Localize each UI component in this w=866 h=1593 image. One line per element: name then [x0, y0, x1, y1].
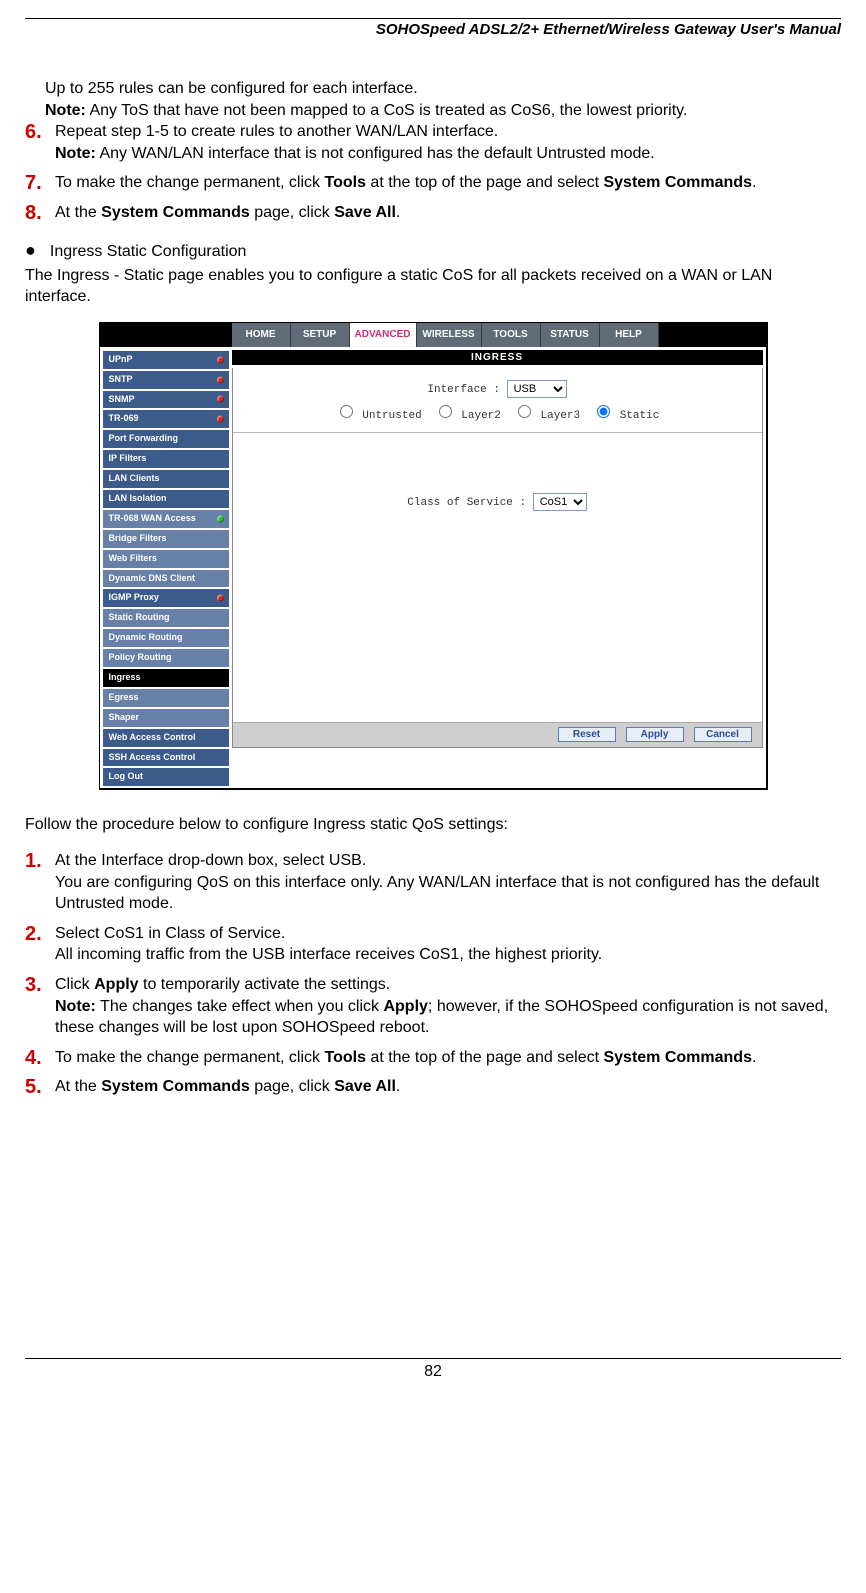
- sidebar-item[interactable]: Port Forwarding: [103, 430, 229, 448]
- section-desc: The Ingress - Static page enables you to…: [25, 265, 841, 308]
- step-item: 2.Select CoS1 in Class of Service.All in…: [25, 923, 841, 966]
- step-item: 8.At the System Commands page, click Sav…: [25, 202, 841, 224]
- intro-block: Up to 255 rules can be configured for ea…: [45, 78, 841, 121]
- step-number: 5.: [25, 1074, 42, 1101]
- sidebar-item[interactable]: LAN Clients: [103, 470, 229, 488]
- sidebar-item[interactable]: LAN Isolation: [103, 490, 229, 508]
- sidebar-item[interactable]: TR-068 WAN Access: [103, 510, 229, 528]
- radio-layer2[interactable]: [439, 405, 452, 418]
- status-dot-icon: [217, 376, 224, 383]
- status-dot-icon: [217, 396, 224, 403]
- step-number: 2.: [25, 921, 42, 948]
- cancel-button[interactable]: Cancel: [694, 727, 752, 742]
- status-dot-icon: [217, 595, 224, 602]
- sidebar-item[interactable]: Static Routing: [103, 609, 229, 627]
- step-item: 5.At the System Commands page, click Sav…: [25, 1076, 841, 1098]
- top-nav: HOMESETUPADVANCEDWIRELESSTOOLSSTATUSHELP: [100, 323, 766, 347]
- sidebar-item[interactable]: SSH Access Control: [103, 749, 229, 767]
- tab-advanced[interactable]: ADVANCED: [350, 323, 417, 347]
- sidebar-item[interactable]: Bridge Filters: [103, 530, 229, 548]
- sidebar-item[interactable]: TR-069: [103, 410, 229, 428]
- follow-text: Follow the procedure below to configure …: [25, 814, 841, 836]
- mode-radio-row: Untrusted Layer2 Layer3 Static: [233, 402, 762, 422]
- tab-home[interactable]: HOME: [232, 323, 291, 347]
- sidebar-item[interactable]: Web Filters: [103, 550, 229, 568]
- sidebar-item[interactable]: Dynamic DNS Client: [103, 570, 229, 588]
- radio-static[interactable]: [597, 405, 610, 418]
- page-number: 82: [25, 1358, 841, 1381]
- intro-line: Up to 255 rules can be configured for ea…: [45, 78, 841, 100]
- radio-layer3[interactable]: [518, 405, 531, 418]
- step-number: 4.: [25, 1045, 42, 1072]
- router-screenshot: HOMESETUPADVANCEDWIRELESSTOOLSSTATUSHELP…: [99, 322, 768, 791]
- section-heading: ●Ingress Static Configuration: [25, 240, 841, 261]
- cos-row: Class of Service : CoS1: [233, 493, 762, 511]
- radio-untrusted[interactable]: [340, 405, 353, 418]
- step-item: 4.To make the change permanent, click To…: [25, 1047, 841, 1069]
- bullet-icon: ●: [25, 240, 36, 260]
- step-item: 6.Repeat step 1-5 to create rules to ano…: [25, 121, 841, 164]
- apply-button[interactable]: Apply: [626, 727, 684, 742]
- sidebar-item[interactable]: IP Filters: [103, 450, 229, 468]
- tab-tools[interactable]: TOOLS: [482, 323, 541, 347]
- status-dot-icon: [217, 416, 224, 423]
- sidebar-item[interactable]: Policy Routing: [103, 649, 229, 667]
- doc-header: SOHOSpeed ADSL2/2+ Ethernet/Wireless Gat…: [25, 21, 841, 38]
- step-item: 3.Click Apply to temporarily activate th…: [25, 974, 841, 1039]
- sidebar-item[interactable]: UPnP: [103, 351, 229, 369]
- step-item: 7.To make the change permanent, click To…: [25, 172, 841, 194]
- step-number: 8.: [25, 200, 42, 227]
- interface-select[interactable]: USB: [507, 380, 567, 398]
- sidebar-item[interactable]: SNTP: [103, 371, 229, 389]
- tab-setup[interactable]: SETUP: [291, 323, 350, 347]
- tab-wireless[interactable]: WIRELESS: [417, 323, 482, 347]
- step-number: 6.: [25, 119, 42, 146]
- reset-button[interactable]: Reset: [558, 727, 616, 742]
- tab-status[interactable]: STATUS: [541, 323, 600, 347]
- sidebar-item[interactable]: Dynamic Routing: [103, 629, 229, 647]
- sidebar-item[interactable]: Egress: [103, 689, 229, 707]
- step-number: 1.: [25, 848, 42, 875]
- sidebar-item[interactable]: Web Access Control: [103, 729, 229, 747]
- button-bar: Reset Apply Cancel: [233, 722, 762, 747]
- step-item: 1.At the Interface drop-down box, select…: [25, 850, 841, 915]
- cos-select[interactable]: CoS1: [533, 493, 587, 511]
- panel-title: INGRESS: [232, 350, 763, 365]
- sidebar-item[interactable]: Shaper: [103, 709, 229, 727]
- status-dot-icon: [217, 356, 224, 363]
- intro-note: Note: Any ToS that have not been mapped …: [45, 100, 841, 122]
- interface-row: Interface : USB: [233, 380, 762, 398]
- tab-help[interactable]: HELP: [600, 323, 659, 347]
- step-number: 3.: [25, 972, 42, 999]
- sidebar-item[interactable]: Ingress: [103, 669, 229, 687]
- status-dot-icon: [217, 515, 224, 522]
- sidebar: UPnP SNTP SNMPTR-069 Port Forwarding IP Filt…: [100, 347, 232, 789]
- sidebar-item[interactable]: Log Out: [103, 768, 229, 786]
- sidebar-item[interactable]: SNMP: [103, 391, 229, 409]
- sidebar-item[interactable]: IGMP Proxy: [103, 589, 229, 607]
- step-number: 7.: [25, 170, 42, 197]
